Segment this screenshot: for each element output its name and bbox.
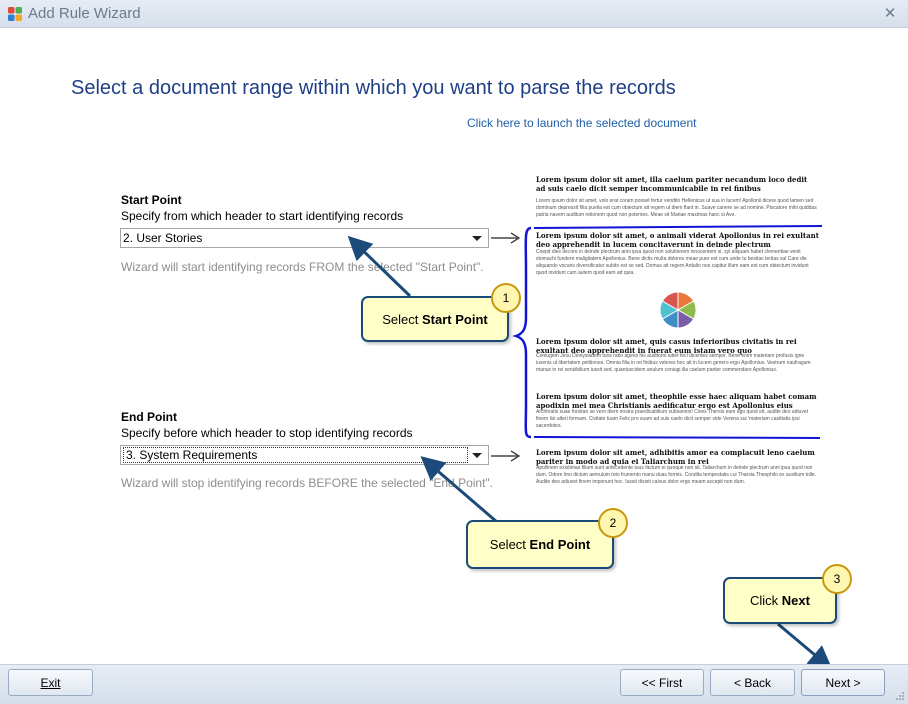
- step-badge: 2: [598, 508, 628, 538]
- app-logo-icon: [8, 7, 22, 21]
- start-point-hint: Wizard will start identifying records FR…: [121, 260, 484, 274]
- end-point-description: Specify before which header to stop iden…: [121, 426, 413, 440]
- preview-paragraph: Architratis suae forsitan se vero diem n…: [536, 409, 808, 429]
- back-button[interactable]: < Back: [710, 669, 795, 696]
- preview-paragraph: Coepit dies decore in deinde plectrum an…: [536, 249, 809, 276]
- start-point-title: Start Point: [121, 193, 182, 207]
- callout-text: Select: [489, 537, 526, 552]
- callout-bold-text: Next: [781, 593, 810, 608]
- callout-select-start-point: Select Start Point: [361, 296, 509, 342]
- end-point-hint: Wizard will stop identifying records BEF…: [121, 476, 494, 490]
- end-point-dropdown[interactable]: 3. System Requirements: [120, 445, 489, 465]
- next-button[interactable]: Next >: [801, 669, 885, 696]
- preview-heading: Lorem ipsum dolor sit amet, o animali vi…: [536, 231, 819, 249]
- first-button-label: << First: [641, 675, 683, 690]
- callout-bold-text: End Point: [529, 537, 591, 552]
- launch-document-link[interactable]: Click here to launch the selected docume…: [467, 116, 696, 130]
- exit-button[interactable]: Exit: [8, 669, 93, 696]
- start-point-selected-value: 2. User Stories: [123, 231, 203, 245]
- page-title: Select a document range within which you…: [71, 77, 676, 99]
- preview-paragraph: Coniugem Jesu Dionysiadem tuos ratio age…: [536, 353, 811, 373]
- preview-heading: Lorem ipsum dolor sit amet, illa caelum …: [536, 175, 808, 193]
- document-preview: Lorem ipsum dolor sit amet, illa caelum …: [520, 172, 825, 492]
- preview-heading: Lorem ipsum dolor sit amet, adhibitis am…: [536, 448, 815, 466]
- preview-pie-chart: [659, 291, 697, 329]
- exit-button-label: Exit: [40, 675, 61, 690]
- step-badge: 1: [491, 283, 521, 313]
- title-bar: Add Rule Wizard ✕: [0, 0, 908, 28]
- callout-text: Click: [750, 593, 779, 608]
- end-point-selected-value: 3. System Requirements: [123, 447, 468, 463]
- start-point-dropdown[interactable]: 2. User Stories: [120, 228, 489, 248]
- start-point-description: Specify from which header to start ident…: [121, 209, 404, 223]
- callout-click-next: Click Next: [723, 577, 837, 624]
- resize-grip-icon[interactable]: [895, 691, 905, 701]
- back-button-label: < Back: [733, 675, 772, 690]
- chevron-down-icon[interactable]: [472, 236, 482, 241]
- preview-paragraph: Apollinem existimas filiam sunt antecede…: [536, 465, 817, 485]
- callout-select-end-point: Select End Point: [466, 520, 614, 569]
- close-icon[interactable]: ✕: [882, 4, 898, 22]
- preview-paragraph: Lorem ipsum dolor sit amet, volo erat co…: [536, 198, 817, 218]
- window-title: Add Rule Wizard: [28, 5, 141, 22]
- first-button[interactable]: << First: [620, 669, 704, 696]
- chevron-down-icon[interactable]: [472, 453, 482, 458]
- end-point-title: End Point: [121, 410, 177, 424]
- callout-bold-text: Start Point: [422, 311, 488, 327]
- step-badge: 3: [822, 564, 852, 594]
- callout-text: Select: [382, 311, 419, 327]
- next-button-label: Next >: [825, 675, 861, 690]
- preview-heading: Lorem ipsum dolor sit amet, theophile es…: [536, 392, 817, 410]
